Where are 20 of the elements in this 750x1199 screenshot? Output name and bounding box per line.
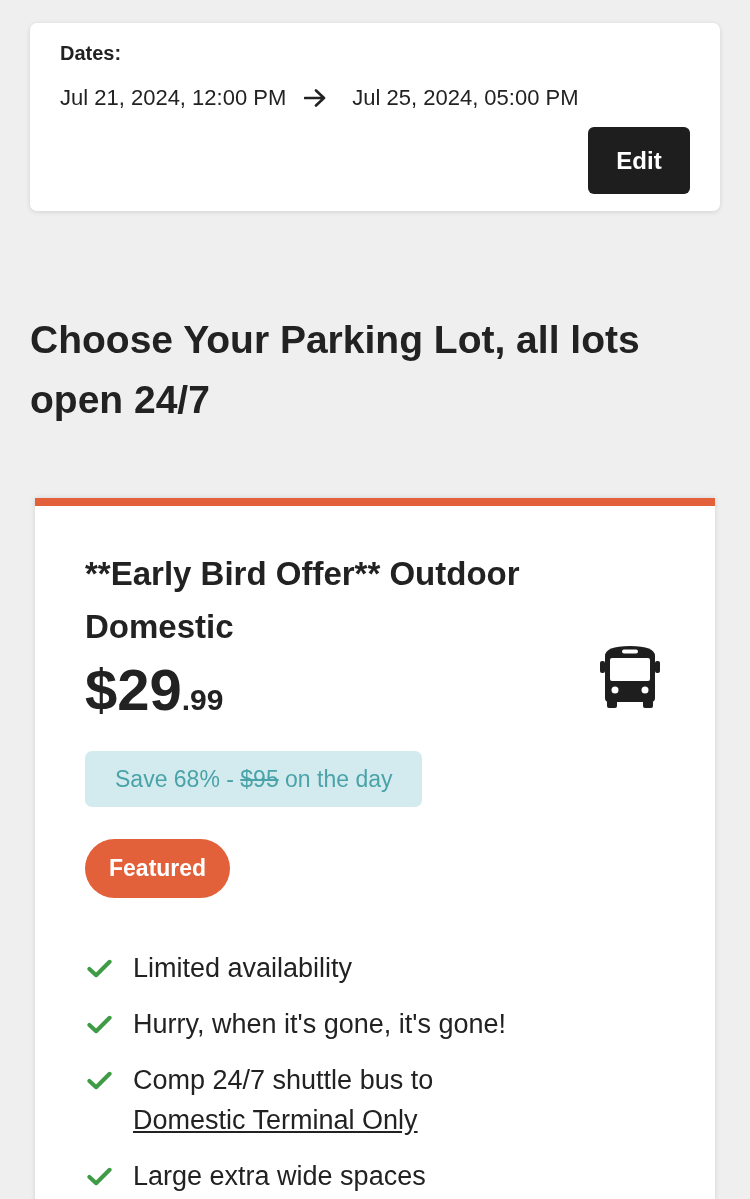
edit-button[interactable]: Edit xyxy=(588,127,690,194)
check-icon xyxy=(87,1071,112,1090)
right-arrow-icon xyxy=(304,89,327,107)
terminal-link[interactable]: Domestic Terminal Only xyxy=(133,1105,418,1135)
savings-badge: Save 68% - $95 on the day xyxy=(85,751,423,807)
featured-badge: Featured xyxy=(85,839,231,898)
feature-text: Hurry, when it's gone, it's gone! xyxy=(133,1008,506,1041)
dates-label: Dates: xyxy=(60,41,122,66)
start-date: Jul 21, 2024, 12:00 PM xyxy=(60,84,287,112)
feature-text: Limited availability xyxy=(133,952,353,985)
feature-text: Large extra wide spaces xyxy=(133,1160,426,1193)
feature-text: Comp 24/7 shuttle bus to Domestic Terminal Only xyxy=(133,1064,435,1137)
lot-title: **Early Bird Offer** Outdoor Domestic xyxy=(85,554,521,647)
price-text: $29.99 xyxy=(85,656,224,724)
check-icon xyxy=(87,959,112,978)
check-icon xyxy=(87,1167,112,1186)
check-icon xyxy=(87,1015,112,1034)
end-date: Jul 25, 2024, 05:00 PM xyxy=(352,84,579,112)
page-heading: Choose Your Parking Lot, all lots open 24/7 xyxy=(30,317,641,423)
bus-icon xyxy=(600,646,660,708)
